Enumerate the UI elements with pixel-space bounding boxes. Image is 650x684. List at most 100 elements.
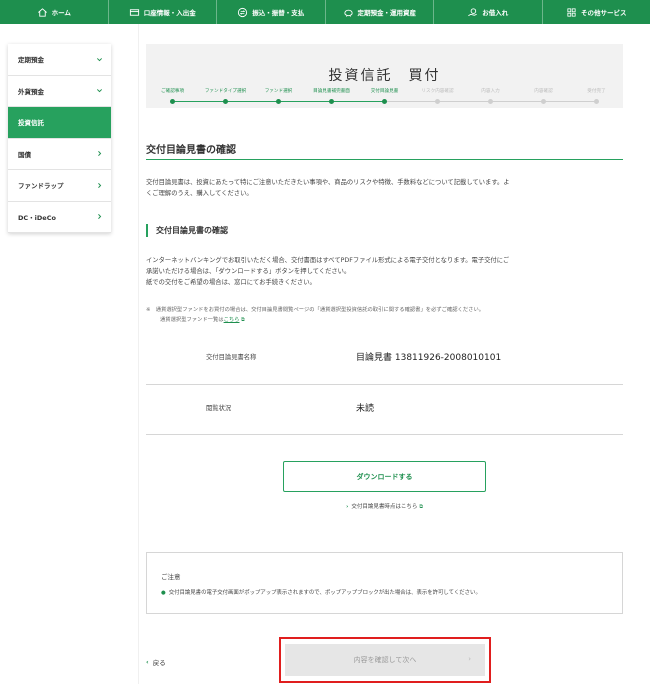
caution-text: 交付目論見書の電子交付画面がポップアップ表示されますので、ポップアップブロックが…	[168, 590, 481, 596]
sidebar-item-label: 定期預金	[18, 56, 44, 65]
top-nav: ホーム 口座情報・入出金 振込・振替・支払 定期預金・運用資産 お借入れ その他…	[0, 0, 650, 24]
section-divider	[146, 159, 623, 160]
step-label: リスク内容確認	[421, 89, 454, 94]
confirm-next-button[interactable]: 内容を確認して次へ ›	[285, 644, 485, 676]
step-dot	[541, 99, 546, 104]
nav-loan[interactable]: お借入れ	[434, 0, 543, 24]
chevron-right-icon: ›	[346, 504, 349, 510]
download-button[interactable]: ダウンロードする	[283, 461, 486, 492]
step-item: 目論見書補完書面	[305, 88, 358, 104]
step-label: 受付完了	[587, 89, 606, 94]
prospectus-link-label: 交付目論見書時点はこちら	[351, 504, 418, 510]
bullet-icon: ●	[161, 590, 166, 596]
sidebar-item-label: 国債	[18, 150, 31, 159]
view-status-label: 閲覧状況	[206, 405, 232, 412]
sidebar-item-investment-trust[interactable]: 投資信託	[8, 107, 111, 139]
step-item: ファンドタイプ選択	[199, 88, 252, 104]
column-divider	[138, 24, 139, 684]
chevron-right-icon	[96, 213, 103, 220]
back-link[interactable]: ‹ 戻る	[146, 657, 166, 667]
step-label: ファンドタイプ選択	[204, 89, 247, 94]
caution-box: ご注意 ● 交付目論見書の電子交付画面がポップアップ表示されますので、ポップアップ…	[146, 552, 623, 614]
step-label: 目論見書補完書面	[313, 89, 350, 94]
section-intro: 交付目論見書は、投資にあたって特にご注意いただきたい事項や、商品のリスクや特徴、…	[146, 177, 623, 199]
doc-name-row: 交付目論見書名称 目論見書 13811926-2008010101	[146, 340, 623, 374]
nav-home[interactable]: ホーム	[0, 0, 109, 24]
next-label: 内容を確認して次へ	[353, 656, 417, 664]
step-label: ご確認事項	[161, 89, 184, 94]
sidebar-item-label: 投資信託	[18, 119, 44, 128]
doc-name-value: 目論見書 13811926-2008010101	[356, 353, 502, 363]
step-label: 内容入力	[481, 89, 500, 94]
card-icon	[129, 7, 140, 18]
note-line: ※ 通貨選択型ファンドをお買付の場合は、交付目論見書閲覧ページの「通貨選択型投資…	[146, 307, 485, 313]
subsection-title: 交付目論見書の確認	[146, 224, 228, 237]
caution-title: ご注意	[161, 573, 181, 581]
step-item: リスク内容確認	[411, 88, 464, 104]
nav-deposit[interactable]: 定期預金・運用資産	[326, 0, 434, 24]
sidebar-item-fund-wrap[interactable]: ファンドラップ	[8, 170, 111, 202]
chevron-down-icon	[96, 56, 103, 63]
note-line: 通貨選択型ファンド一覧はこちら ⧉	[146, 315, 623, 325]
nav-deposit-label: 定期預金・運用資産	[357, 9, 417, 17]
step-item: ファンド選択	[252, 88, 305, 104]
sidebar-item-label: 外貨預金	[18, 87, 44, 96]
transfer-icon	[237, 7, 248, 18]
caution-body: ● 交付目論見書の電子交付画面がポップアップ表示されますので、ポップアップブロック…	[161, 588, 481, 596]
intro-line: くご理解のうえ、購入してください。	[146, 190, 253, 197]
intro-line: 交付目論見書は、投資にあたって特にご注意いただきたい事項や、商品のリスクや特徴、…	[146, 179, 510, 186]
step-dot	[594, 99, 599, 104]
step-progress: ご確認事項 ファンドタイプ選択 ファンド選択 目論見書補完書面 交付目論見書 リ…	[146, 88, 623, 108]
nav-transfer-label: 振込・振替・支払	[252, 9, 305, 17]
step-label: 交付目論見書	[370, 89, 399, 94]
page-title: 投資信託 買付	[328, 68, 441, 84]
step-dot	[382, 99, 387, 104]
view-status-row: 閲覧状況 未読	[146, 391, 623, 425]
nav-account[interactable]: 口座情報・入出金	[109, 0, 217, 24]
currency-fund-note: ※ 通貨選択型ファンドをお買付の場合は、交付目論見書閲覧ページの「通貨選択型投資…	[146, 305, 623, 325]
step-dot	[223, 99, 228, 104]
sidebar-item-time-deposit[interactable]: 定期預金	[8, 44, 111, 76]
external-link-icon: ⧉	[419, 504, 423, 510]
step-item-current: 交付目論見書	[358, 88, 411, 104]
back-label: 戻る	[152, 659, 166, 667]
home-icon	[37, 7, 48, 18]
view-status-value: 未読	[356, 404, 375, 414]
sidebar-item-foreign-deposit[interactable]: 外貨預金	[8, 76, 111, 107]
step-item: 内容入力	[464, 88, 517, 104]
row-divider	[146, 434, 623, 435]
nav-other[interactable]: その他サービス	[543, 0, 650, 24]
main-content: 投資信託 買付 ご確認事項 ファンドタイプ選択 ファンド選択 目論見書補完書面 …	[146, 44, 623, 683]
step-item: ご確認事項	[146, 88, 199, 104]
chevron-right-icon	[96, 182, 103, 189]
piggy-bank-icon	[343, 7, 354, 18]
row-divider	[146, 384, 623, 385]
desc-line: インターネットバンキングでお取引いただく場合、交付書面はすべてPDFファイル形式…	[146, 257, 510, 264]
sidebar-item-dc-ideco[interactable]: DC・iDeCo	[8, 202, 111, 233]
desc-line: 承諾いただける場合は、「ダウンロードする」ボタンを押してください。	[146, 268, 351, 275]
external-link-icon: ⧉	[239, 317, 245, 323]
nav-transfer[interactable]: 振込・振替・支払	[217, 0, 326, 24]
prospectus-link[interactable]: › 交付目論見書時点はこちら ⧉	[146, 502, 623, 510]
sidebar-item-government-bond[interactable]: 国債	[8, 139, 111, 170]
sidebar: 定期預金 外貨預金 投資信託 国債 ファンドラップ DC・iDeCo	[8, 44, 111, 233]
sidebar-item-label: ファンドラップ	[18, 182, 64, 191]
note-prefix: 通貨選択型ファンド一覧は	[160, 317, 224, 323]
chevron-right-icon: ›	[468, 655, 471, 663]
nav-loan-label: お借入れ	[482, 9, 509, 17]
step-dot	[276, 99, 281, 104]
chevron-left-icon: ‹	[146, 658, 149, 666]
chevron-right-icon	[96, 150, 103, 157]
nav-home-label: ホーム	[51, 9, 71, 17]
loan-icon	[467, 7, 478, 18]
section-title: 交付目論見書の確認	[146, 145, 236, 156]
step-label: ファンド選択	[264, 89, 293, 94]
step-dot	[329, 99, 334, 104]
currency-fund-list-link[interactable]: こちら	[224, 317, 240, 323]
chevron-down-icon	[96, 87, 103, 94]
nav-account-label: 口座情報・入出金	[143, 9, 196, 17]
desc-line: 紙での交付をご希望の場合は、窓口にてお手続きください。	[146, 279, 316, 286]
doc-name-label: 交付目論見書名称	[206, 354, 257, 361]
step-dot	[488, 99, 493, 104]
step-item: 内容確認	[517, 88, 570, 104]
